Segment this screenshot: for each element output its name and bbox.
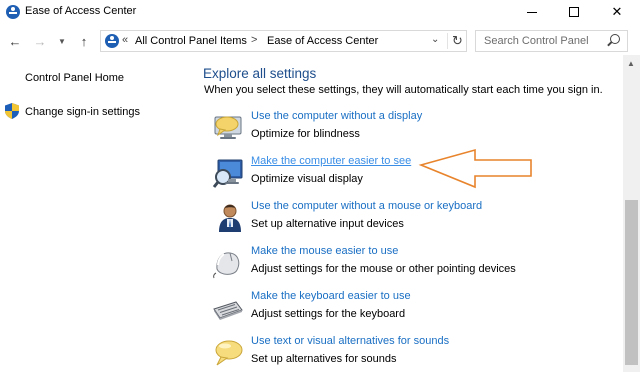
person-icon <box>219 204 241 232</box>
speech-bubble-icon <box>215 340 243 366</box>
maximize-button[interactable] <box>557 0 591 24</box>
address-bar[interactable]: « All Control Panel Items > Ease of Acce… <box>100 30 467 52</box>
close-icon: ✕ <box>611 4 623 19</box>
item-link[interactable]: Use text or visual alternatives for soun… <box>251 335 449 347</box>
scrollbar-thumb[interactable] <box>625 200 638 365</box>
scroll-up-icon[interactable]: ▲ <box>627 59 635 68</box>
back-button[interactable]: ← <box>6 32 24 50</box>
arrow-left-icon: ← <box>8 33 22 49</box>
address-overflow-chevron[interactable]: « <box>122 34 128 46</box>
address-dropdown-icon[interactable]: ⌄ <box>431 34 439 45</box>
maximize-icon <box>569 7 579 17</box>
control-panel-home-link[interactable]: Control Panel Home <box>25 72 124 84</box>
item-link[interactable]: Make the mouse easier to use <box>251 245 398 257</box>
speech-bubble-monitor-icon <box>214 116 242 139</box>
breadcrumb-all-items[interactable]: All Control Panel Items <box>135 35 247 47</box>
item-link[interactable]: Use the computer without a mouse or keyb… <box>251 200 482 212</box>
list-item: Use the computer without a display Optim… <box>210 110 610 150</box>
refresh-icon[interactable]: ↻ <box>447 33 463 49</box>
item-description: Adjust settings for the keyboard <box>251 308 406 320</box>
change-signin-settings-link[interactable]: Change sign-in settings <box>25 106 140 118</box>
up-button[interactable]: ↑ <box>75 32 93 50</box>
mouse-icon <box>213 252 240 279</box>
search-icon[interactable] <box>610 34 620 44</box>
keyboard-icon <box>213 301 243 320</box>
chevron-down-icon: ▼ <box>58 36 66 46</box>
breadcrumb-separator[interactable]: > <box>251 34 257 46</box>
list-item: Make the keyboard easier to use Adjust s… <box>210 290 610 330</box>
minimize-icon <box>527 11 537 13</box>
annotation-arrow <box>418 148 532 189</box>
item-description: Set up alternative input devices <box>251 218 404 230</box>
list-item: Make the mouse easier to use Adjust sett… <box>210 245 610 285</box>
ease-of-access-icon <box>6 5 20 19</box>
magnifier-monitor-icon <box>212 159 243 188</box>
item-description: Adjust settings for the mouse or other p… <box>251 263 516 275</box>
list-item: Use the computer without a mouse or keyb… <box>210 200 610 240</box>
close-button[interactable]: ✕ <box>600 0 634 24</box>
control-panel-icon <box>105 34 119 48</box>
item-link[interactable]: Make the keyboard easier to use <box>251 290 411 302</box>
page-heading: Explore all settings <box>203 66 317 81</box>
item-link[interactable]: Use the computer without a display <box>251 110 422 122</box>
item-description: Set up alternatives for sounds <box>251 353 397 365</box>
forward-button[interactable]: → <box>31 32 49 50</box>
list-item: Use text or visual alternatives for soun… <box>210 335 610 372</box>
item-description: Optimize for blindness <box>251 128 360 140</box>
breadcrumb-ease-of-access[interactable]: Ease of Access Center <box>267 35 378 47</box>
page-subheading: When you select these settings, they wil… <box>204 84 603 96</box>
list-item: Make the computer easier to see Optimize… <box>210 155 610 195</box>
arrow-up-icon: ↑ <box>80 33 88 49</box>
window-title: Ease of Access Center <box>25 5 137 17</box>
arrow-right-icon: → <box>33 33 47 49</box>
recent-locations-button[interactable]: ▼ <box>53 32 71 50</box>
search-box[interactable]: Search Control Panel <box>475 30 628 52</box>
navigation-bar: ← → ▼ ↑ « All Control Panel Items > Ease… <box>0 29 640 53</box>
item-description: Optimize visual display <box>251 173 363 185</box>
shield-icon <box>5 103 19 119</box>
search-placeholder: Search Control Panel <box>484 35 589 47</box>
item-link[interactable]: Make the computer easier to see <box>251 155 411 167</box>
minimize-button[interactable] <box>515 0 549 24</box>
title-bar: Ease of Access Center ✕ <box>0 0 640 24</box>
